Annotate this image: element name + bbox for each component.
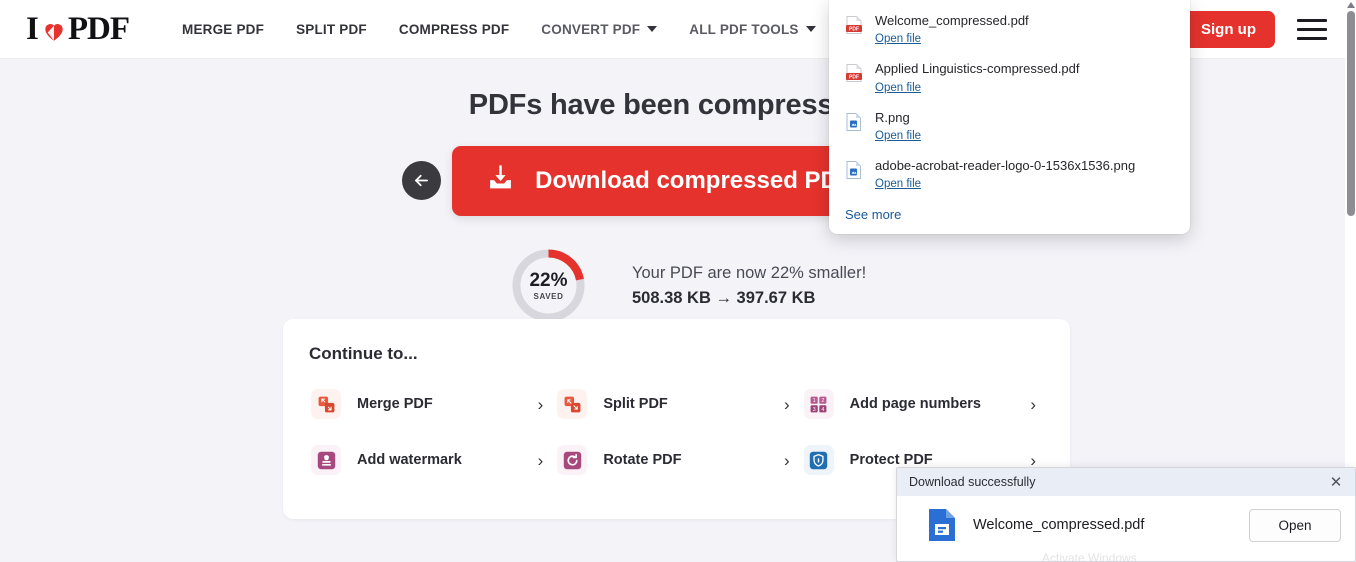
ilovepdf-logo[interactable]: I PDF	[26, 10, 130, 48]
svg-text:PDF: PDF	[849, 75, 859, 81]
see-more-link[interactable]: See more	[829, 199, 1190, 224]
notification-title: Download successfully	[909, 475, 1036, 489]
nav-label: ALL PDF TOOLS	[689, 21, 799, 37]
download-list-item[interactable]: adobe-acrobat-reader-logo-0-1536x1536.pn…	[829, 151, 1190, 199]
savings-text: Your PDF are now 22% smaller! 508.38 KB …	[632, 264, 866, 308]
tool-label: Rotate PDF	[603, 452, 682, 468]
savings-summary: 22% SAVED Your PDF are now 22% smaller! …	[0, 246, 1345, 325]
nav-item-compress-pdf[interactable]: COMPRESS PDF	[383, 14, 525, 45]
open-button[interactable]: Open	[1249, 508, 1341, 542]
nav-label: CONVERT PDF	[541, 21, 641, 37]
chevron-right-icon: ›	[1030, 450, 1036, 470]
rotate-pdf-icon	[557, 445, 588, 475]
download-file-name: Welcome_compressed.pdf	[875, 13, 1029, 28]
hamburger-menu-icon[interactable]	[1297, 17, 1327, 42]
svg-text:2: 2	[821, 398, 824, 404]
tool-add-watermark[interactable]: Add watermark ›	[307, 434, 553, 486]
svg-text:3: 3	[813, 406, 816, 412]
nav-label: COMPRESS PDF	[398, 21, 510, 37]
nav-item-split-pdf[interactable]: SPLIT PDF	[280, 14, 383, 45]
tool-add-page-numbers[interactable]: 1 2 3 4 Add page numbers ›	[800, 378, 1046, 430]
download-file-name: Applied Linguistics-compressed.pdf	[875, 61, 1080, 77]
chevron-down-icon	[805, 26, 816, 32]
notification-filename: Welcome_compressed.pdf	[973, 517, 1145, 533]
nav-item-merge-pdf[interactable]: MERGE PDF	[166, 14, 280, 45]
chevron-right-icon: ›	[537, 394, 544, 414]
chevron-down-icon	[647, 26, 658, 32]
nav-label: SPLIT PDF	[296, 21, 367, 37]
savings-saved-label: SAVED	[533, 291, 564, 301]
download-list-item[interactable]: PDF Welcome_compressed.pdf Open file	[829, 6, 1190, 54]
logo-letter-i: I	[26, 10, 39, 47]
download-list-item[interactable]: R.png Open file	[829, 103, 1190, 151]
chevron-right-icon: ›	[783, 450, 790, 470]
tool-label: Protect PDF	[849, 452, 933, 468]
heart-icon	[41, 18, 67, 44]
chevron-right-icon: ›	[1030, 394, 1036, 414]
split-pdf-icon	[557, 389, 588, 419]
download-file-name: R.png	[875, 109, 910, 125]
browser-downloads-panel: PDF Welcome_compressed.pdf Open file PDF…	[829, 0, 1190, 234]
header-actions: Sign up	[1182, 10, 1327, 48]
chevron-right-icon: ›	[537, 450, 544, 470]
open-file-link[interactable]: Open file	[875, 130, 921, 142]
pdf-file-icon: PDF	[845, 15, 863, 35]
add-page-numbers-icon: 1 2 3 4	[803, 389, 834, 419]
tool-rotate-pdf[interactable]: Rotate PDF ›	[553, 434, 799, 486]
savings-donut-chart: 22% SAVED	[509, 246, 588, 325]
savings-sizes: 508.38 KB → 397.67 KB	[632, 288, 816, 307]
open-file-link[interactable]: Open file	[875, 82, 921, 94]
tool-label: Merge PDF	[357, 396, 433, 412]
scroll-up-arrow-icon[interactable]	[1345, 0, 1356, 10]
nav-item-convert-pdf[interactable]: CONVERT PDF	[525, 14, 673, 45]
download-list-item[interactable]: PDF Applied Linguistics-compressed.pdf O…	[829, 54, 1190, 102]
tool-label: Split PDF	[603, 396, 668, 412]
nav-item-all-pdf-tools[interactable]: ALL PDF TOOLS	[673, 14, 831, 45]
pdf-file-icon: PDF	[845, 63, 863, 83]
download-file-name: adobe-acrobat-reader-logo-0-1536x1536.pn…	[875, 157, 1136, 173]
tool-merge-pdf[interactable]: Merge PDF ›	[307, 378, 553, 430]
savings-message: Your PDF are now 22% smaller!	[632, 263, 867, 282]
tool-label: Add page numbers	[849, 396, 981, 412]
continue-to-title: Continue to...	[309, 344, 418, 363]
chevron-right-icon: ›	[783, 394, 790, 414]
main-nav: MERGE PDF SPLIT PDF COMPRESS PDF CONVERT…	[166, 14, 832, 45]
browser-page: I PDF MERGE PDF SPLIT PDF COMPRESS PDF C…	[0, 0, 1356, 562]
svg-text:1: 1	[813, 398, 816, 404]
savings-percent: 22%	[529, 269, 568, 291]
image-file-icon	[845, 160, 863, 180]
arrow-left-icon	[412, 171, 431, 190]
protect-pdf-icon	[803, 445, 834, 475]
svg-text:4: 4	[821, 406, 824, 412]
tool-split-pdf[interactable]: Split PDF ›	[553, 378, 799, 430]
download-notification: Download successfully ✕ Welcome_compress…	[896, 467, 1356, 562]
merge-pdf-icon	[311, 389, 341, 419]
download-icon	[486, 163, 515, 199]
open-file-link[interactable]: Open file	[875, 178, 921, 190]
pdf-document-icon	[927, 508, 957, 542]
scrollbar-thumb[interactable]	[1347, 11, 1355, 216]
tool-label: Add watermark	[357, 452, 462, 468]
close-icon[interactable]: ✕	[1323, 470, 1349, 494]
nav-label: MERGE PDF	[182, 21, 265, 37]
open-file-link[interactable]: Open file	[875, 33, 921, 45]
svg-text:PDF: PDF	[849, 26, 859, 32]
add-watermark-icon	[311, 445, 341, 475]
notification-header: Download successfully ✕	[897, 468, 1355, 496]
notification-body: Welcome_compressed.pdf Open	[897, 496, 1355, 542]
windows-activation-watermark: Activate Windows	[1042, 551, 1137, 562]
logo-text-pdf: PDF	[67, 10, 130, 47]
image-file-icon	[845, 112, 863, 132]
sign-up-button[interactable]: Sign up	[1182, 10, 1275, 48]
back-button[interactable]	[402, 161, 441, 200]
download-button-label: Download compressed PDFs	[535, 167, 866, 194]
